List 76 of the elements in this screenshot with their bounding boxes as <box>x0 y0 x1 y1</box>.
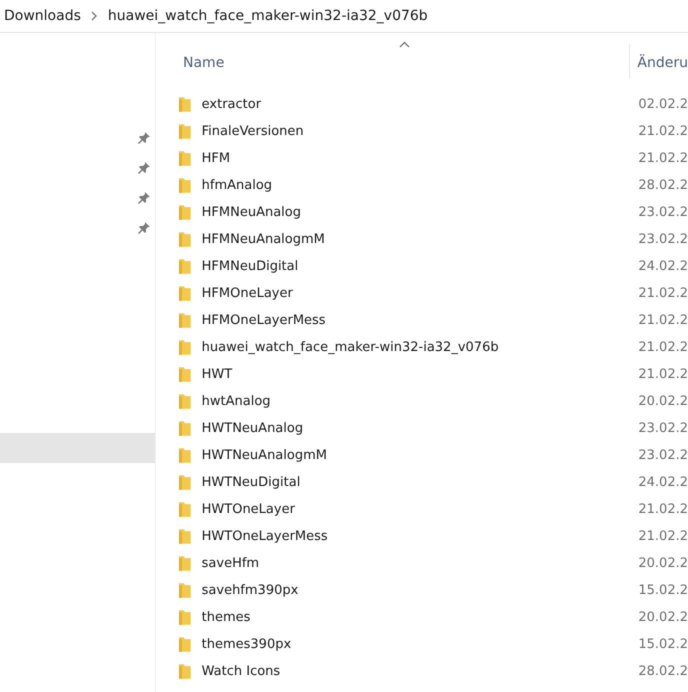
folder-icon <box>178 474 192 491</box>
column-header[interactable]: Name <box>178 51 630 71</box>
chevron-icon <box>90 11 98 21</box>
file-name[interactable]: extractor <box>192 97 620 112</box>
file-name[interactable]: HWTOneLayerMess <box>192 529 620 544</box>
folder-icon <box>178 177 192 194</box>
folder-icon <box>178 285 192 302</box>
folder-icon <box>178 312 192 329</box>
date-cell-text: 28.02.2 <box>637 664 688 679</box>
folder-icon <box>178 231 192 248</box>
date-cell-text: 15.02.2 <box>637 637 688 652</box>
folder-icon <box>178 123 192 140</box>
file-name[interactable]: HWTNeuDigital <box>192 475 620 490</box>
pin-icon[interactable] <box>137 161 151 175</box>
date-cell-text: 02.02.2 <box>637 97 688 112</box>
folder-icon <box>178 339 192 356</box>
date-cell-text: 23.02.2 <box>637 205 688 220</box>
pin-icon[interactable] <box>137 131 151 145</box>
date-cell-text: 20.02.2 <box>637 556 688 571</box>
file-name[interactable]: Watch Icons <box>192 664 620 679</box>
folder-icon <box>178 447 192 464</box>
file-name[interactable]: hwtAnalog <box>192 394 620 409</box>
date-cell-text: 20.02.2 <box>637 394 688 409</box>
file-name[interactable]: HFMNeuAnalogmM <box>192 232 620 247</box>
date-cell-text: 20.02.2 <box>637 610 688 625</box>
folder-icon <box>178 258 192 275</box>
folder-icon <box>178 204 192 221</box>
folder-icon <box>178 96 192 113</box>
file-name[interactable]: HFMOneLayer <box>192 286 620 301</box>
file-name[interactable]: HFMOneLayerMess <box>192 313 620 328</box>
file-name[interactable]: themes390px <box>192 637 620 652</box>
folder-icon <box>178 582 192 599</box>
file-name[interactable]: HWTNeuAnalog <box>192 421 620 436</box>
date-cell-text: 28.02.2 <box>637 178 688 193</box>
folder-icon <box>178 150 192 167</box>
folder-icon <box>178 663 192 680</box>
file-name[interactable]: HWTOneLayer <box>192 502 620 517</box>
date-cell-text: 21.02.2 <box>637 529 688 544</box>
folder-icon <box>178 366 192 383</box>
date-cell-text: 21.02.2 <box>637 340 688 355</box>
date-cell-text: 23.02.2 <box>637 448 688 463</box>
date-cell-text: 21.02.2 <box>637 313 688 328</box>
date-cell-text: 21.02.2 <box>637 502 688 517</box>
date-cell-text: 21.02.2 <box>637 124 688 139</box>
pin-icon[interactable] <box>137 191 151 205</box>
date-cell-text: 15.02.2 <box>637 583 688 598</box>
file-name[interactable]: HFMNeuAnalog <box>192 205 620 220</box>
file-name[interactable]: huawei_watch_face_maker-win32-ia32_v076b <box>192 340 620 355</box>
folder-icon <box>178 555 192 572</box>
pin-icon[interactable] <box>137 221 151 235</box>
folder-icon <box>178 420 192 437</box>
date-cell-text: 21.02.2 <box>637 286 688 301</box>
breadcrumb-item[interactable]: huawei_watch_face_maker-win32-ia32_v076b <box>108 8 428 24</box>
date-cell-text: 23.02.2 <box>637 421 688 436</box>
date-cell-text: 23.02.2 <box>637 232 688 247</box>
folder-icon <box>178 501 192 518</box>
column-header[interactable]: Änderu <box>629 44 688 78</box>
breadcrumb-item[interactable]: Downloads <box>4 8 81 24</box>
file-name[interactable]: savehfm390px <box>192 583 620 598</box>
date-cell-text: 21.02.2 <box>637 151 688 166</box>
date-cell-text: 24.02.2 <box>637 475 688 490</box>
folder-icon <box>178 636 192 653</box>
date-cell-text: 24.02.2 <box>637 259 688 274</box>
date-cell-text: 21.02.2 <box>637 367 688 382</box>
file-name[interactable]: HWT <box>192 367 620 382</box>
file-name[interactable]: saveHfm <box>192 556 620 571</box>
file-name[interactable]: hfmAnalog <box>192 178 620 193</box>
nav-item[interactable] <box>0 433 155 463</box>
file-name[interactable]: FinaleVersionen <box>192 124 620 139</box>
file-name[interactable]: themes <box>192 610 620 625</box>
file-name[interactable]: HFMNeuDigital <box>192 259 620 274</box>
file-name[interactable]: HWTNeuAnalogmM <box>192 448 620 463</box>
file-name[interactable]: HFM <box>192 151 620 166</box>
folder-icon <box>178 528 192 545</box>
folder-icon <box>178 393 192 410</box>
folder-icon <box>178 609 192 626</box>
